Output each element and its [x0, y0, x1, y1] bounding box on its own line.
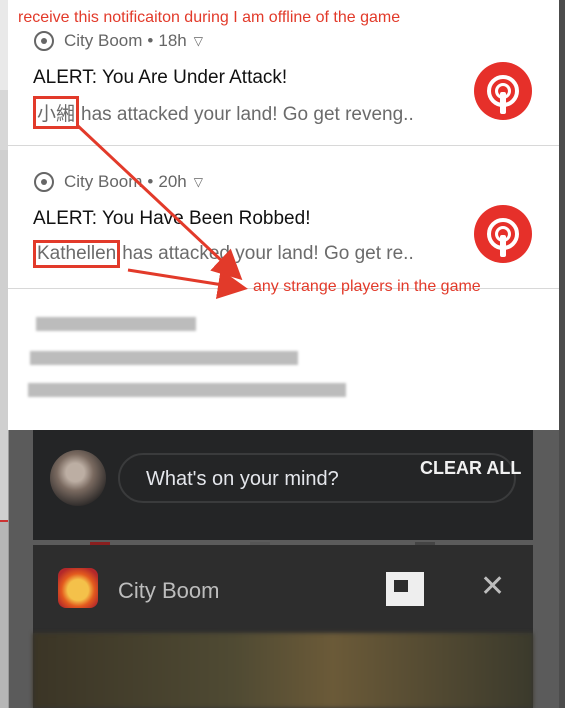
- notification-app-name: City Boom: [64, 31, 143, 50]
- recent-app-header: [33, 545, 533, 633]
- broadcast-icon: [34, 31, 54, 51]
- notification-blurred[interactable]: [8, 289, 559, 429]
- city-boom-red-icon: [474, 205, 532, 263]
- notification-title: ALERT: You Have Been Robbed!: [33, 208, 311, 229]
- notification-header: City Boom • 20h ▽: [34, 172, 203, 192]
- blurred-header: [36, 317, 196, 331]
- attacker-name: 小緗: [33, 96, 80, 129]
- separator-dot: •: [147, 172, 154, 191]
- notification-title: ALERT: You Are Under Attack!: [33, 67, 288, 88]
- recent-app-name: City Boom: [118, 578, 220, 603]
- city-boom-red-icon: [474, 62, 532, 120]
- desktop-edge-right: [559, 0, 565, 708]
- notification-time: 18h: [158, 31, 187, 50]
- chevron-down-icon[interactable]: ▽: [194, 34, 203, 48]
- annotation-middle: any strange players in the game: [253, 278, 481, 295]
- blurred-line: [28, 383, 346, 397]
- notification-app-name: City Boom: [64, 172, 143, 191]
- notification-body: Kathellen has attacked your land! Go get …: [33, 240, 414, 268]
- broadcast-icon: [34, 172, 54, 192]
- notification-message: has attacked your land! Go get reveng..: [81, 104, 414, 125]
- desktop-edge-mark: [0, 520, 8, 522]
- composer-placeholder: What's on your mind?: [146, 468, 339, 490]
- notification-message: has attacked your land! Go get re..: [122, 243, 414, 264]
- clear-all-button[interactable]: CLEAR ALL: [420, 458, 521, 479]
- annotation-top: receive this notificaiton during I am of…: [18, 9, 401, 26]
- chevron-down-icon[interactable]: ▽: [194, 175, 203, 189]
- notification-body: 小緗 has attacked your land! Go get reveng.…: [33, 96, 414, 129]
- notification-header: City Boom • 18h ▽: [34, 31, 203, 51]
- city-boom-app-icon: [58, 568, 98, 608]
- separator-dot: •: [147, 31, 154, 50]
- notification-time: 20h: [158, 172, 187, 191]
- notification-robbed[interactable]: City Boom • 20h ▽ ALERT: You Have Been R…: [8, 146, 559, 289]
- close-icon[interactable]: ✕: [480, 570, 505, 604]
- split-screen-icon[interactable]: [386, 572, 424, 606]
- avatar[interactable]: [50, 450, 106, 506]
- app-preview: [33, 633, 533, 708]
- attacker-name: Kathellen: [33, 240, 121, 268]
- blurred-line: [30, 351, 298, 365]
